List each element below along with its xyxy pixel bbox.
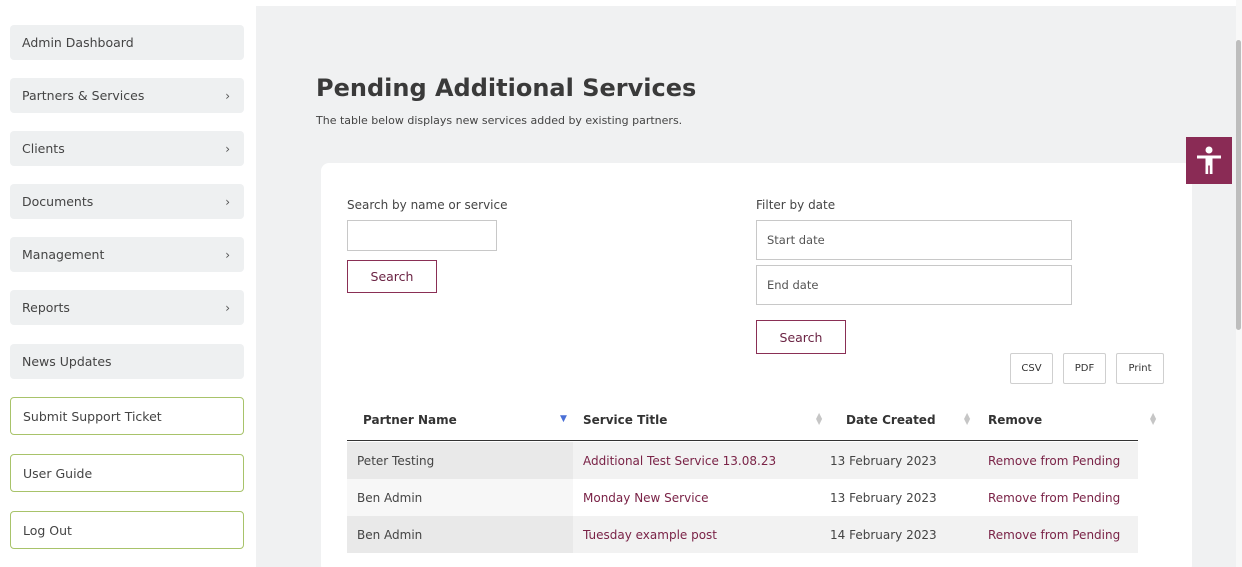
- header-service-title[interactable]: Service Title: [583, 398, 820, 441]
- sidebar-item-reports[interactable]: Reports ›: [10, 290, 244, 325]
- pdf-button[interactable]: PDF: [1063, 353, 1106, 384]
- date-search-button[interactable]: Search: [756, 320, 846, 354]
- start-date-input[interactable]: Start date: [756, 220, 1072, 260]
- chevron-right-icon: ›: [225, 247, 230, 262]
- sort-icon: ▲ ▼: [816, 411, 823, 426]
- remove-from-pending-link[interactable]: Remove from Pending: [978, 479, 1138, 516]
- scrollbar-thumb[interactable]: [1236, 40, 1241, 330]
- service-title-link[interactable]: Tuesday example post: [573, 516, 820, 553]
- header-partner-name[interactable]: Partner Name: [363, 398, 573, 441]
- search-label: Search by name or service: [347, 198, 508, 212]
- chevron-right-icon: ›: [225, 88, 230, 103]
- header-date-created[interactable]: Date Created: [846, 398, 978, 441]
- chevron-right-icon: ›: [225, 194, 230, 209]
- table-row: Ben Admin Tuesday example post 14 Februa…: [347, 516, 1138, 553]
- sidebar-item-partners-services[interactable]: Partners & Services ›: [10, 78, 244, 113]
- sidebar-item-label: Reports: [22, 300, 70, 315]
- main-content: Pending Additional Services The table be…: [256, 6, 1236, 567]
- table-row: Peter Testing Additional Test Service 13…: [347, 442, 1138, 479]
- service-title-link[interactable]: Monday New Service: [573, 479, 820, 516]
- partner-name-cell: Peter Testing: [347, 442, 573, 479]
- accessibility-icon: [1197, 146, 1221, 174]
- service-title-link[interactable]: Additional Test Service 13.08.23: [573, 442, 820, 479]
- print-button[interactable]: Print: [1116, 353, 1164, 384]
- page-title: Pending Additional Services: [316, 74, 697, 102]
- accessibility-button[interactable]: [1186, 137, 1232, 184]
- sort-desc-icon: ▼: [560, 414, 567, 424]
- sort-icon: ▲ ▼: [964, 411, 971, 426]
- sidebar-item-label: Partners & Services: [22, 88, 145, 103]
- user-guide-button[interactable]: User Guide: [10, 454, 244, 492]
- sidebar-item-label: Admin Dashboard: [22, 35, 134, 50]
- date-created-cell: 13 February 2023: [820, 479, 978, 516]
- filter-date-label: Filter by date: [756, 198, 836, 212]
- submit-support-ticket-button[interactable]: Submit Support Ticket: [10, 397, 244, 435]
- chevron-right-icon: ›: [225, 141, 230, 156]
- partner-name-cell: Ben Admin: [347, 516, 573, 553]
- sidebar-item-label: Management: [22, 247, 105, 262]
- chevron-right-icon: ›: [225, 300, 230, 315]
- page-subtitle: The table below displays new services ad…: [316, 114, 683, 127]
- csv-button[interactable]: CSV: [1010, 353, 1053, 384]
- button-label: Log Out: [23, 522, 72, 538]
- partner-name-cell: Ben Admin: [347, 479, 573, 516]
- sidebar-item-label: Documents: [22, 194, 94, 209]
- sidebar-item-admin-dashboard[interactable]: Admin Dashboard: [10, 25, 244, 60]
- button-label: Submit Support Ticket: [23, 408, 162, 424]
- log-out-button[interactable]: Log Out: [10, 511, 244, 549]
- end-date-input[interactable]: End date: [756, 265, 1072, 305]
- date-created-cell: 14 February 2023: [820, 516, 978, 553]
- table-header: Partner Name ▼ Service Title ▲ ▼ Date Cre…: [347, 398, 1156, 441]
- scrollbar[interactable]: [1236, 0, 1242, 567]
- table-row: Ben Admin Monday New Service 13 February…: [347, 479, 1138, 516]
- button-label: User Guide: [23, 465, 93, 481]
- sidebar-item-documents[interactable]: Documents ›: [10, 184, 244, 219]
- sidebar-item-label: News Updates: [22, 354, 112, 369]
- sidebar-item-label: Clients: [22, 141, 65, 156]
- sidebar-item-management[interactable]: Management ›: [10, 237, 244, 272]
- search-button[interactable]: Search: [347, 260, 437, 293]
- header-remove[interactable]: Remove: [988, 398, 1138, 441]
- search-input[interactable]: [347, 220, 497, 251]
- sidebar: Admin Dashboard Partners & Services › Cl…: [0, 0, 256, 567]
- remove-from-pending-link[interactable]: Remove from Pending: [978, 442, 1138, 479]
- sidebar-item-clients[interactable]: Clients ›: [10, 131, 244, 166]
- sidebar-item-news-updates[interactable]: News Updates: [10, 344, 244, 379]
- sort-icon: ▲ ▼: [1150, 411, 1157, 426]
- services-card: Search by name or service Search Filter …: [321, 163, 1192, 567]
- remove-from-pending-link[interactable]: Remove from Pending: [978, 516, 1138, 553]
- date-created-cell: 13 February 2023: [820, 442, 978, 479]
